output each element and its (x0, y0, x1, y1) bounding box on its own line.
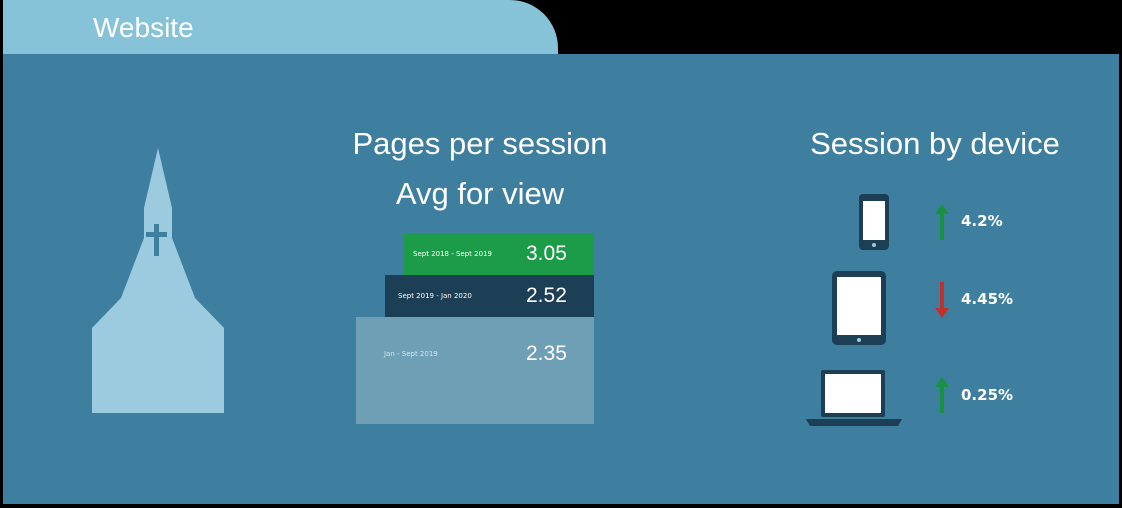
church-icon (92, 148, 224, 413)
bar-sept2018-sept2019: Sept 2018 - Sept 2019 3.05 (404, 233, 594, 275)
pages-per-session-title: Pages per session (352, 126, 608, 161)
bar-label: Jan - Sept 2019 (384, 350, 438, 358)
tab-title: Website (93, 12, 194, 43)
laptop-session-change: 0.25% (961, 386, 1014, 404)
tablet-session-change: 4.45% (961, 290, 1014, 308)
tablet-icon (832, 271, 886, 345)
phone-icon (859, 194, 889, 250)
bar-label: Sept 2019 - Jan 2020 (398, 292, 472, 300)
phone-session-change: 4.2% (961, 212, 1003, 230)
bar-value: 2.52 (526, 284, 567, 307)
avg-for-view-subtitle: Avg for view (395, 176, 565, 211)
laptop-icon (806, 370, 902, 426)
bar-value: 3.05 (526, 242, 567, 265)
website-tab[interactable]: Website (3, 0, 558, 56)
session-by-device-title: Session by device (810, 126, 1060, 161)
down-arrow-icon (935, 282, 949, 318)
bar-label: Sept 2018 - Sept 2019 (413, 250, 492, 258)
up-arrow-icon (935, 377, 949, 413)
bar-jan-sept2019: Jan - Sept 2019 2.35 (356, 317, 594, 424)
bar-value: 2.35 (526, 342, 567, 365)
up-arrow-icon (935, 204, 949, 240)
bar-sept2019-jan2020: Sept 2019 - Jan 2020 2.52 (385, 275, 594, 317)
